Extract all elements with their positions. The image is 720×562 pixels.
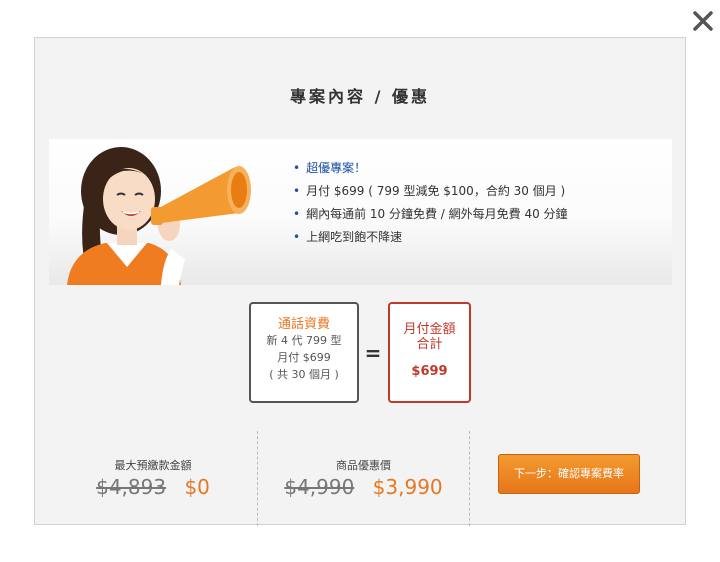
- call-fee-monthly: 月付 $699: [277, 351, 331, 364]
- equals-sign: =: [364, 341, 382, 365]
- monthly-total-amount: $699: [411, 364, 448, 379]
- promo-item: • 超優專案！: [293, 161, 367, 175]
- call-fee-title: 通話資費: [277, 317, 330, 332]
- promo-list: • 超優專案！ • 月付 $699 ( 799 型減免 $100，合約 30 個月 …: [293, 157, 568, 249]
- call-fee-term: ( 共 30 個月 ): [269, 368, 339, 381]
- prepay-old-price: $4,893: [96, 475, 167, 499]
- plan-dialog: 專案內容 / 優惠 • 超優專案！ • 月付 $699 (799 型減免 $1…: [34, 37, 686, 526]
- product-new-price: $3,990: [372, 475, 443, 499]
- prepay-prices: $4,893 $0: [49, 475, 257, 499]
- promo-banner: • 超優專案！ • 月付 $699 ( 799 型減免 $100，合約 30 個月 …: [49, 139, 672, 285]
- next-step-column: 下一步：確認專案費率: [470, 431, 672, 526]
- product-old-price: $4,990: [284, 475, 355, 499]
- monthly-total-box: 月付金額 合計 $699: [388, 302, 471, 403]
- prepay-new-price: $0: [184, 475, 210, 499]
- price-summary: 最大預繳款金額 $4,893 $0 商品優惠價 $4,990 $3,990 下一…: [49, 431, 672, 526]
- monthly-total-title: 月付金額 合計: [403, 322, 456, 352]
- close-icon: [693, 11, 713, 31]
- promo-item: • 上網吃到飽不降速: [293, 230, 403, 244]
- product-price-column: 商品優惠價 $4,990 $3,990: [258, 431, 470, 526]
- call-fee-plan: 新 4 代 799 型: [266, 334, 342, 347]
- close-button[interactable]: [690, 8, 716, 34]
- prepay-column: 最大預繳款金額 $4,893 $0: [49, 431, 258, 526]
- promo-item: • 網內每通前 10 分鐘免費 / 網外每月免費 40 分鐘: [293, 207, 568, 221]
- dialog-title: 專案內容 / 優惠: [290, 87, 430, 106]
- promo-girl-megaphone-image: [67, 147, 251, 285]
- prepay-label: 最大預繳款金額: [114, 459, 192, 472]
- next-step-button[interactable]: 下一步：確認專案費率: [498, 454, 640, 494]
- call-fee-box: 通話資費 新 4 代 799 型 月付 $699 ( 共 30 個月 ): [249, 302, 359, 403]
- product-price-label: 商品優惠價: [336, 459, 391, 472]
- promo-item: • 月付 $699 ( 799 型減免 $100，合約 30 個月 ): [293, 184, 566, 198]
- product-prices: $4,990 $3,990: [258, 475, 469, 499]
